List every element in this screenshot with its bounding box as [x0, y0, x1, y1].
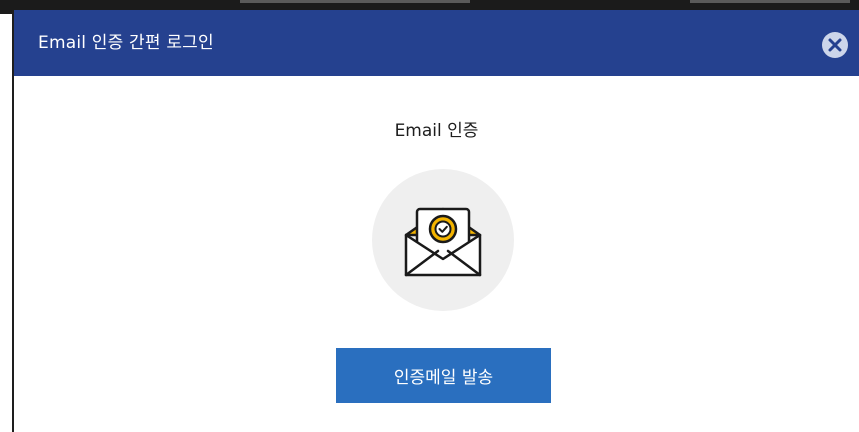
send-verification-email-button[interactable]: 인증메일 발송	[336, 348, 551, 403]
background-fragment	[240, 0, 470, 3]
close-button[interactable]	[822, 32, 848, 58]
page: Email 인증 간편 로그인 Email 인증 인증메일 발송	[0, 0, 859, 432]
email-login-dialog: Email 인증 간편 로그인 Email 인증 인증메일 발송	[12, 10, 859, 432]
dialog-header: Email 인증 간편 로그인	[14, 10, 859, 76]
mail-illustration	[372, 169, 514, 311]
email-verified-icon	[404, 207, 482, 277]
close-icon	[828, 38, 842, 52]
background-fragment	[690, 0, 850, 3]
dialog-title: Email 인증 간편 로그인	[38, 33, 214, 53]
verification-heading: Email 인증	[394, 121, 479, 141]
